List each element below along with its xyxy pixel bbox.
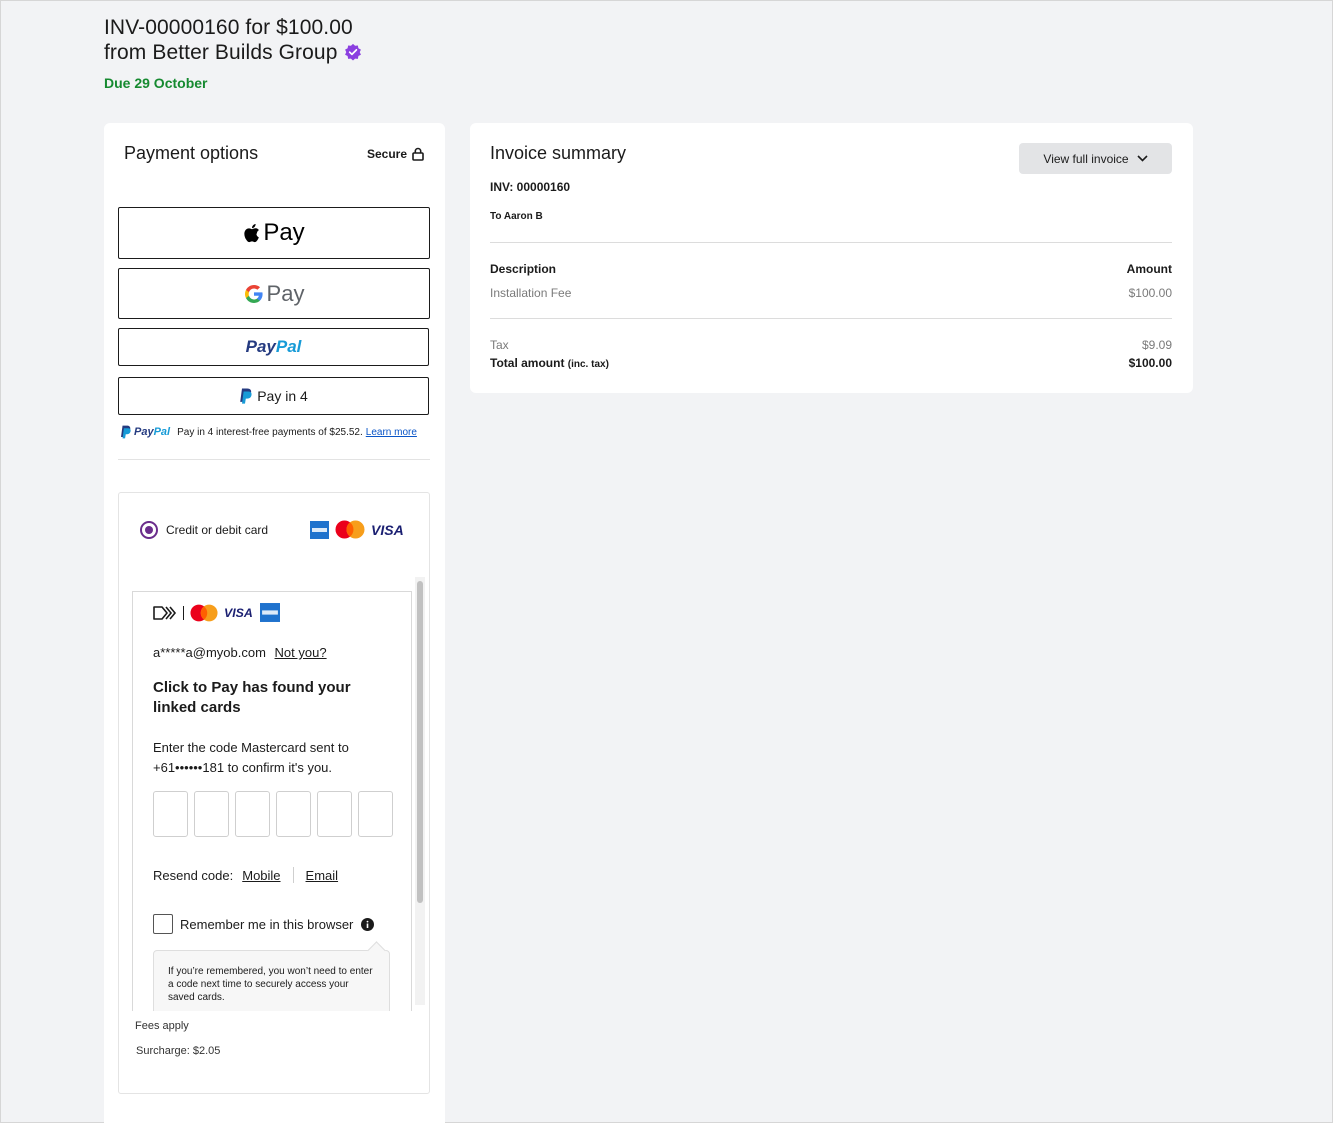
verified-badge-icon bbox=[344, 43, 361, 61]
apple-pay-button[interactable]: Pay bbox=[118, 207, 430, 259]
summary-divider bbox=[490, 242, 1172, 243]
click-to-pay-email-row: a*****a@myob.com Not you? bbox=[153, 645, 327, 660]
card-option-row[interactable]: Credit or debit card VISA bbox=[140, 520, 405, 539]
view-full-invoice-button[interactable]: View full invoice bbox=[1019, 143, 1172, 174]
mastercard-icon bbox=[335, 520, 365, 539]
paypal-small-pay: Pay bbox=[134, 426, 154, 438]
paypal-logo: PayPal bbox=[246, 337, 302, 357]
resend-code-label: Resend code: bbox=[153, 867, 234, 883]
summary-divider bbox=[490, 318, 1172, 319]
masked-email: a*****a@myob.com bbox=[153, 645, 266, 660]
card-radio-button[interactable] bbox=[140, 520, 158, 539]
paypal-small-pal: Pal bbox=[153, 426, 171, 438]
remember-me-tooltip: If you’re remembered, you won’t need to … bbox=[153, 950, 390, 1011]
invoice-title-from: from Better Builds Group bbox=[104, 41, 338, 64]
invoice-recipient: To Aaron B bbox=[490, 211, 543, 222]
card-radio-group[interactable]: Credit or debit card bbox=[140, 520, 269, 539]
remember-me-row: Remember me in this browser bbox=[153, 914, 375, 934]
paypal-pay-in-4-button[interactable]: Pay in 4 bbox=[118, 377, 429, 415]
chevron-down-icon bbox=[1137, 155, 1148, 162]
tax-row: Tax $9.09 bbox=[490, 338, 1172, 352]
paypal-message-text: Pay in 4 interest-free payments of $25.5… bbox=[177, 426, 363, 438]
amount-column-header: Amount bbox=[1126, 262, 1172, 276]
line-item-amount: $100.00 bbox=[1128, 286, 1172, 300]
line-item-description: Installation Fee bbox=[490, 286, 572, 300]
mastercard-icon bbox=[190, 604, 218, 621]
invoice-summary-title: Invoice summary bbox=[490, 143, 627, 163]
otp-code-inputs bbox=[153, 791, 393, 837]
google-g-icon bbox=[244, 284, 263, 303]
invoice-header: INV-00000160 for $100.00 from Better Bui… bbox=[104, 15, 362, 91]
divider bbox=[118, 459, 430, 460]
apple-pay-label: Pay bbox=[263, 219, 305, 246]
google-pay-label: Pay bbox=[266, 280, 305, 306]
otp-digit-input[interactable] bbox=[358, 791, 393, 837]
total-amount: $100.00 bbox=[1128, 356, 1172, 370]
svg-text:VISA: VISA bbox=[224, 606, 253, 619]
brand-separator bbox=[183, 605, 184, 620]
info-icon[interactable] bbox=[361, 917, 375, 931]
paypal-logo-pal: Pal bbox=[275, 337, 302, 356]
view-full-invoice-label: View full invoice bbox=[1043, 151, 1129, 166]
learn-more-link[interactable]: Learn more bbox=[366, 427, 417, 438]
iframe-scrollbar-thumb[interactable] bbox=[417, 581, 423, 903]
total-row: Total amount (inc. tax) $100.00 bbox=[490, 356, 1172, 370]
otp-digit-input[interactable] bbox=[276, 791, 311, 837]
table-row: Installation Fee $100.00 bbox=[490, 286, 1172, 300]
paypal-pay-later-message: PayPal Pay in 4 interest-free payments o… bbox=[120, 425, 417, 439]
invoice-title-line1: INV-00000160 for $100.00 bbox=[104, 16, 353, 39]
card-payment-option: Credit or debit card VISA VISA a*****a@m… bbox=[118, 492, 430, 1094]
due-date: Due 29 October bbox=[104, 75, 208, 91]
svg-text:VISA: VISA bbox=[371, 523, 404, 537]
remember-me-checkbox[interactable] bbox=[153, 914, 173, 934]
otp-digit-input[interactable] bbox=[153, 791, 188, 837]
secure-indicator: Secure bbox=[367, 147, 424, 161]
click-to-pay-brand-row: VISA bbox=[153, 603, 280, 622]
resend-email-link[interactable]: Email bbox=[306, 868, 339, 883]
click-to-pay-frame: VISA a*****a@myob.com Not you? Click to … bbox=[132, 591, 412, 1011]
resend-separator bbox=[292, 867, 294, 883]
invoice-title-line2: from Better Builds Group bbox=[104, 40, 362, 65]
visa-icon: VISA bbox=[224, 606, 253, 619]
invoice-table-header: Description Amount bbox=[490, 262, 1172, 276]
click-to-pay-icon bbox=[153, 605, 177, 620]
total-label: Total amount bbox=[490, 356, 565, 370]
paypal-button[interactable]: PayPal bbox=[118, 328, 429, 366]
apple-logo-icon bbox=[244, 224, 260, 243]
google-pay-button[interactable]: Pay bbox=[118, 268, 430, 319]
amex-icon bbox=[260, 603, 280, 622]
otp-digit-input[interactable] bbox=[235, 791, 270, 837]
invoice-number: INV: 00000160 bbox=[490, 180, 571, 194]
fees-apply-text: Fees apply bbox=[135, 1020, 189, 1032]
click-to-pay-heading: Click to Pay has found your linked cards bbox=[153, 679, 351, 716]
invoice-summary-panel: Invoice summary View full invoice INV: 0… bbox=[470, 123, 1193, 393]
otp-digit-input[interactable] bbox=[317, 791, 352, 837]
tax-amount: $9.09 bbox=[1141, 338, 1172, 352]
remember-me-label: Remember me in this browser bbox=[180, 916, 354, 932]
card-brand-icons: VISA bbox=[310, 520, 405, 539]
resend-mobile-link[interactable]: Mobile bbox=[242, 868, 280, 883]
total-suffix: (inc. tax) bbox=[567, 359, 609, 370]
description-column-header: Description bbox=[490, 262, 557, 276]
secure-label: Secure bbox=[366, 146, 407, 161]
lock-icon bbox=[412, 147, 424, 161]
total-label-group: Total amount (inc. tax) bbox=[490, 356, 609, 370]
paypal-small-logo: PayPal bbox=[134, 426, 170, 438]
otp-digit-input[interactable] bbox=[194, 791, 229, 837]
payment-options-title: Payment options bbox=[124, 143, 259, 163]
card-option-label: Credit or debit card bbox=[166, 522, 269, 537]
surcharge-text: Surcharge: $2.05 bbox=[136, 1045, 221, 1057]
paypal-logo-pay: Pay bbox=[245, 337, 276, 356]
paypal-p-icon bbox=[240, 388, 252, 404]
visa-icon: VISA bbox=[371, 523, 404, 537]
click-to-pay-description: Enter the code Mastercard sent to +61•••… bbox=[153, 740, 349, 775]
tax-label: Tax bbox=[490, 338, 509, 352]
resend-code-row: Resend code: Mobile Email bbox=[153, 867, 338, 883]
pay-in-4-label: Pay in 4 bbox=[257, 388, 308, 404]
payment-options-panel: Payment options Secure Pay Pay PayPal Pa… bbox=[104, 123, 445, 1123]
payment-options-header: Payment options Secure bbox=[124, 143, 424, 164]
paypal-p-icon bbox=[121, 425, 131, 439]
amex-icon bbox=[310, 520, 329, 539]
not-you-link[interactable]: Not you? bbox=[275, 645, 327, 660]
